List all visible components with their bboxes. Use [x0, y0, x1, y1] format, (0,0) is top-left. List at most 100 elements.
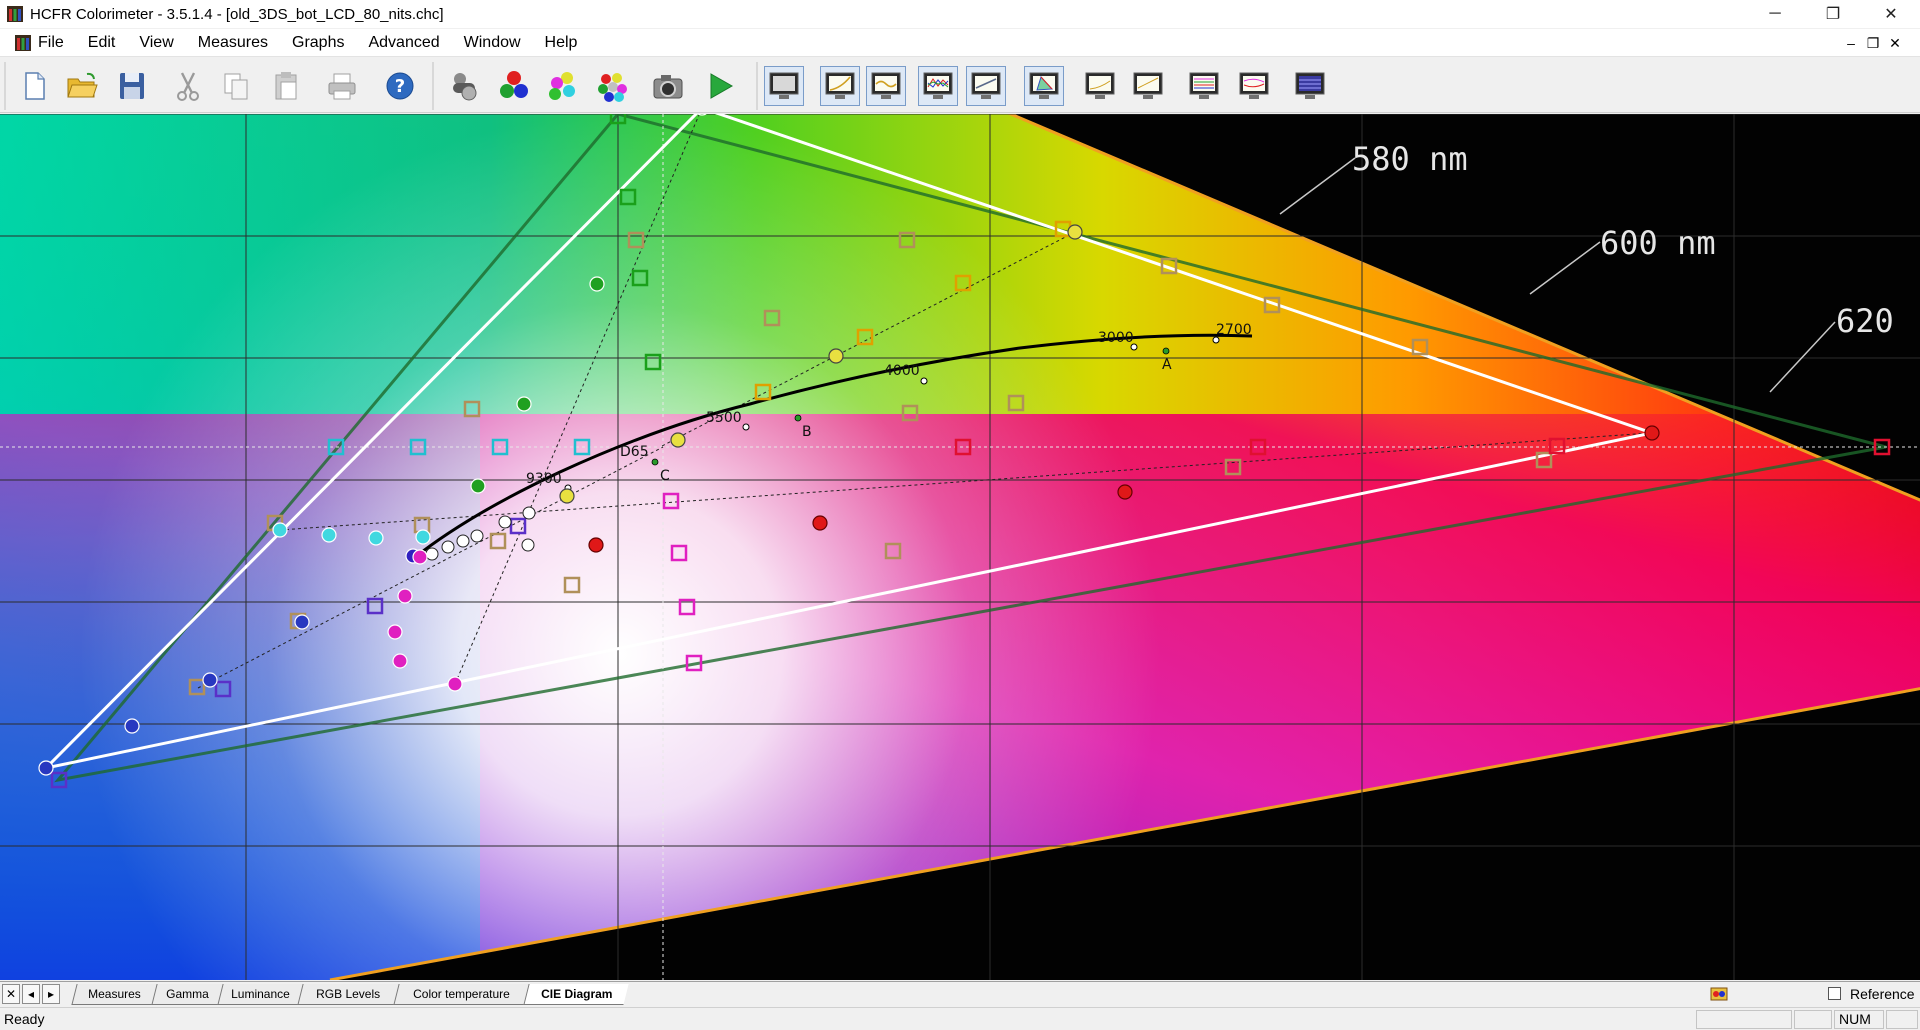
view-monitor-button[interactable] — [764, 66, 804, 106]
mdi-close-button[interactable]: ✕ — [1884, 35, 1906, 52]
menu-measures[interactable]: Measures — [186, 34, 280, 52]
color-temperature-graph-button[interactable] — [966, 66, 1006, 106]
save-icon — [120, 73, 144, 99]
all-colors-icon — [598, 73, 627, 102]
near-black-graph-button[interactable] — [1080, 66, 1120, 106]
app-icon — [7, 6, 23, 22]
cie-chart[interactable]: 580 nm 600 nm 620 2700 3000 4000 5500 93… — [0, 114, 1920, 980]
measures-grid-button[interactable] — [1290, 66, 1330, 106]
gamma-graph-button[interactable] — [820, 66, 860, 106]
cct-label-2700: 2700 — [1216, 322, 1252, 338]
paste-icon — [275, 72, 297, 100]
tab-gamma[interactable]: Gamma — [151, 984, 223, 1005]
secondary-colors-button[interactable] — [542, 66, 582, 106]
color-temperature-graph-icon — [971, 72, 1001, 99]
menu-advanced[interactable]: Advanced — [356, 34, 451, 52]
camera-button[interactable] — [648, 66, 688, 106]
saturation-graph-button[interactable] — [1184, 66, 1224, 106]
minimize-button[interactable]: ─ — [1746, 0, 1804, 28]
open-button[interactable] — [62, 66, 102, 106]
toolbar: ? — [0, 58, 1920, 113]
copy-button[interactable] — [216, 66, 256, 106]
luminance-graph-icon — [871, 72, 901, 99]
reference-icon[interactable] — [1710, 986, 1728, 1002]
play-button[interactable] — [700, 66, 740, 106]
tab-color-temperature-label: Color temperature — [413, 987, 510, 1001]
new-document-icon — [25, 72, 45, 100]
mdi-minimize-button[interactable]: – — [1840, 35, 1862, 51]
luminance-graph-button[interactable] — [866, 66, 906, 106]
tab-rgb-levels-label: RGB Levels — [316, 987, 381, 1001]
tab-luminance[interactable]: Luminance — [217, 984, 303, 1005]
mdi-restore-button[interactable]: ❐ — [1862, 35, 1884, 52]
cie-diagram[interactable]: 580 nm 600 nm 620 2700 3000 4000 5500 93… — [0, 114, 1920, 980]
cut-button[interactable] — [168, 66, 208, 106]
restore-button[interactable]: ❐ — [1804, 0, 1862, 28]
status-bar: Ready NUM — [0, 1007, 1920, 1030]
cie-diagram-icon — [1029, 72, 1059, 99]
help-icon: ? — [386, 72, 414, 100]
camera-icon — [653, 75, 683, 99]
menu-window[interactable]: Window — [452, 34, 533, 52]
tab-gamma-label: Gamma — [166, 987, 209, 1001]
cut-icon — [177, 72, 199, 101]
menu-edit[interactable]: Edit — [76, 34, 128, 52]
play-icon — [710, 73, 734, 99]
svg-text:?: ? — [395, 76, 405, 97]
tab-cie-diagram-label: CIE Diagram — [540, 987, 613, 1001]
menu-graphs[interactable]: Graphs — [280, 34, 356, 52]
status-num-indicator: NUM — [1834, 1010, 1884, 1029]
rgb-levels-graph-button[interactable] — [918, 66, 958, 106]
tab-luminance-label: Luminance — [231, 987, 290, 1001]
reference-checkbox[interactable] — [1828, 987, 1841, 1000]
sensor-icon — [453, 73, 477, 101]
menu-view[interactable]: View — [127, 34, 185, 52]
save-button[interactable] — [112, 66, 152, 106]
cct-label-9300: 9300 — [526, 471, 562, 487]
cct-label-5500: 5500 — [706, 410, 742, 426]
document-icon[interactable] — [14, 34, 32, 52]
near-white-graph-icon — [1133, 72, 1163, 99]
wavelength-label-580: 580 nm — [1352, 140, 1468, 178]
close-button[interactable]: ✕ — [1862, 0, 1920, 28]
all-colors-button[interactable] — [592, 66, 632, 106]
tab-scroll-right-button[interactable]: ▸ — [42, 984, 60, 1004]
title-bar: HCFR Colorimeter - 3.5.1.4 - [old_3DS_bo… — [0, 0, 1920, 28]
new-document-button[interactable] — [14, 66, 54, 106]
menu-bar: File Edit View Measures Graphs Advanced … — [0, 29, 1920, 57]
menu-file[interactable]: File — [36, 34, 76, 52]
white-label-d65: D65 — [620, 444, 649, 460]
white-label-a: A — [1162, 357, 1172, 373]
tab-measures[interactable]: Measures — [71, 984, 157, 1005]
tab-measures-label: Measures — [88, 987, 141, 1001]
status-pane-4 — [1886, 1010, 1918, 1029]
white-label-c: C — [660, 468, 670, 484]
cie-diagram-button[interactable] — [1024, 66, 1064, 106]
tab-scroll-left-button[interactable]: ◂ — [22, 984, 40, 1004]
window-title: HCFR Colorimeter - 3.5.1.4 - [old_3DS_bo… — [30, 5, 444, 23]
wavelength-label-600: 600 nm — [1600, 224, 1716, 262]
tab-rgb-levels[interactable]: RGB Levels — [297, 984, 399, 1005]
near-white-graph-button[interactable] — [1128, 66, 1168, 106]
cct-label-3000: 3000 — [1098, 330, 1134, 346]
print-button[interactable] — [322, 66, 362, 106]
close-tab-button[interactable]: ✕ — [2, 984, 20, 1004]
secondary-colors-icon — [549, 72, 575, 100]
status-pane-2 — [1794, 1010, 1832, 1029]
tab-bar: ✕ ◂ ▸ Measures Gamma Luminance RGB Level… — [0, 981, 1920, 1006]
reference-label: Reference — [1850, 986, 1915, 1002]
tab-color-temperature[interactable]: Color temperature — [393, 984, 529, 1005]
magenta-shift-point — [412, 549, 428, 565]
tab-cie-diagram[interactable]: CIE Diagram — [523, 984, 629, 1005]
menu-help[interactable]: Help — [533, 34, 590, 52]
sensor-button[interactable] — [444, 66, 484, 106]
saturation-shift-button[interactable] — [1234, 66, 1274, 106]
help-button[interactable]: ? — [380, 66, 420, 106]
wavelength-label-620: 620 — [1836, 302, 1894, 340]
open-folder-icon — [67, 72, 98, 98]
rgb-primaries-icon — [500, 71, 528, 98]
rgb-primaries-button[interactable] — [494, 66, 534, 106]
saturation-shift-icon — [1239, 72, 1269, 99]
status-text: Ready — [4, 1011, 45, 1027]
paste-button[interactable] — [266, 66, 306, 106]
